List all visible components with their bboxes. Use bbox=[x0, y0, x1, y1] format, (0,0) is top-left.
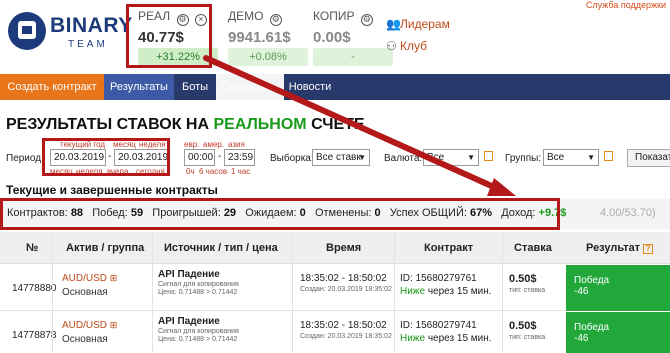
account-demo-change: +0.08% bbox=[228, 48, 308, 66]
col-divider bbox=[152, 232, 153, 353]
col-stake[interactable]: Ставка bbox=[514, 242, 552, 254]
period-label: Период: bbox=[6, 153, 44, 164]
time-separator: - bbox=[218, 151, 222, 162]
expand-icon[interactable]: ⊞ bbox=[110, 320, 118, 330]
list-icon[interactable] bbox=[484, 151, 493, 161]
col-divider bbox=[52, 232, 53, 353]
row-result-badge: Победа -46 bbox=[566, 265, 670, 311]
section-title: Текущие и завершенные контракты bbox=[6, 183, 218, 197]
leaders-link[interactable]: 👥Лидерам bbox=[386, 17, 450, 31]
nav-news[interactable]: Новости bbox=[284, 74, 336, 100]
stat-extra: 4.00/53.70) bbox=[600, 207, 656, 219]
row-stake: 0.50$ тип: ставка bbox=[509, 320, 546, 341]
logo[interactable]: BINARY TEAM bbox=[8, 10, 132, 54]
table-header: № Актив / группа Источник / тип / цена В… bbox=[0, 232, 670, 264]
club-link[interactable]: ⚇ Клуб bbox=[386, 39, 450, 53]
chevron-down-icon: ▼ bbox=[358, 153, 366, 162]
currency-label: Валюта: bbox=[384, 153, 423, 164]
row-stake: 0.50$ тип: ставка bbox=[509, 273, 546, 294]
logo-sub: TEAM bbox=[68, 39, 108, 50]
row-time: 18:35:02 - 18:50:02 Создан: 20.03.2019 1… bbox=[300, 320, 392, 340]
nav-bots[interactable]: Боты bbox=[174, 74, 216, 100]
side-links: 👥Лидерам ⚇ Клуб bbox=[386, 17, 450, 61]
support-link[interactable]: Служба поддержки bbox=[586, 0, 666, 10]
help-icon[interactable]: ? bbox=[643, 244, 654, 254]
hint-hours-6[interactable]: 6 часов bbox=[199, 167, 227, 176]
gear-icon[interactable]: ⚙ bbox=[360, 14, 373, 26]
chevron-down-icon: ▼ bbox=[587, 153, 595, 162]
col-num[interactable]: № bbox=[26, 242, 38, 254]
list-icon[interactable] bbox=[604, 151, 613, 161]
col-divider bbox=[394, 232, 395, 353]
hint-session-eur[interactable]: евр. bbox=[184, 140, 199, 149]
hint-session-asia[interactable]: азия bbox=[228, 140, 245, 149]
nav-stats[interactable]: Статистика bbox=[216, 74, 284, 100]
col-divider bbox=[292, 232, 293, 353]
main-nav: Создать контракт Результаты Боты Статист… bbox=[0, 74, 670, 100]
hint-hours-1[interactable]: 1 час bbox=[231, 167, 250, 176]
col-contract[interactable]: Контракт bbox=[424, 242, 473, 254]
account-copy-change: - bbox=[313, 48, 393, 66]
selection-select[interactable]: Все ставк ▼ bbox=[312, 149, 370, 166]
col-result[interactable]: Результат ? bbox=[586, 242, 654, 254]
club-icon: ⚇ bbox=[386, 39, 397, 53]
account-copy-balance: 0.00$ bbox=[313, 29, 351, 46]
col-asset[interactable]: Актив / группа bbox=[66, 242, 144, 254]
nav-results[interactable]: Результаты bbox=[104, 74, 174, 100]
account-demo[interactable]: ДЕМО ⚙ 9941.61$ +0.08% bbox=[228, 9, 308, 66]
table-row[interactable]: 14778878 AUD/USD ⊞ Основная API Падение … bbox=[0, 312, 670, 353]
account-copy-name: КОПИР bbox=[313, 9, 355, 23]
col-source[interactable]: Источник / тип / цена bbox=[164, 242, 278, 254]
row-source: API Падение Сигнал для копирования Цена:… bbox=[158, 316, 239, 343]
currency-select[interactable]: Все ▼ bbox=[423, 149, 479, 166]
account-copy[interactable]: КОПИР ⚙ 0.00$ - bbox=[313, 9, 393, 66]
nav-create-contract[interactable]: Создать контракт bbox=[0, 74, 104, 100]
row-contract: ID: 15680279741 Ниже через 15 мин. bbox=[400, 320, 492, 344]
selection-label: Выборка: bbox=[270, 153, 314, 164]
time-from-input[interactable]: 00:00 bbox=[184, 149, 215, 166]
row-asset: AUD/USD ⊞ Основная bbox=[62, 320, 118, 345]
chevron-down-icon: ▼ bbox=[467, 153, 475, 162]
row-contract: ID: 15680279761 Ниже через 15 мин. bbox=[400, 273, 492, 297]
hint-hours-0[interactable]: 0ч bbox=[186, 167, 195, 176]
table-row[interactable]: 14778880 AUD/USD ⊞ Основная API Падение … bbox=[0, 265, 670, 311]
show-button[interactable]: Показат bbox=[627, 149, 670, 167]
account-demo-balance: 9941.61$ bbox=[228, 29, 291, 46]
users-icon: 👥 bbox=[386, 17, 401, 31]
col-time[interactable]: Время bbox=[326, 242, 361, 254]
logo-brand: BINARY bbox=[50, 14, 133, 37]
row-id: 14778878 bbox=[12, 330, 57, 341]
header: Служба поддержки BINARY TEAM РЕАЛ ⚙ × 40… bbox=[0, 0, 670, 74]
groups-label: Группы: bbox=[505, 153, 542, 164]
row-result-badge: Победа -46 bbox=[566, 312, 670, 353]
row-asset: AUD/USD ⊞ Основная bbox=[62, 273, 118, 298]
account-demo-name: ДЕМО bbox=[228, 9, 264, 23]
highlight-box-dates bbox=[42, 138, 170, 176]
col-divider bbox=[502, 232, 503, 353]
logo-icon bbox=[8, 12, 46, 50]
page-title: РЕЗУЛЬТАТЫ СТАВОК НА РЕАЛЬНОМ СЧЕТЕ bbox=[6, 116, 365, 133]
hint-session-amer[interactable]: амер. bbox=[203, 140, 224, 149]
row-time: 18:35:02 - 18:50:02 Создан: 20.03.2019 1… bbox=[300, 273, 392, 293]
row-source: API Падение Сигнал для копирования Цена:… bbox=[158, 269, 239, 296]
expand-icon[interactable]: ⊞ bbox=[110, 273, 118, 283]
gear-icon[interactable]: ⚙ bbox=[269, 14, 282, 26]
highlight-box-real bbox=[126, 4, 212, 68]
highlight-box-stats bbox=[0, 198, 560, 230]
row-id: 14778880 bbox=[12, 283, 57, 294]
time-to-input[interactable]: 23:59 bbox=[224, 149, 255, 166]
groups-select[interactable]: Все ▼ bbox=[543, 149, 599, 166]
